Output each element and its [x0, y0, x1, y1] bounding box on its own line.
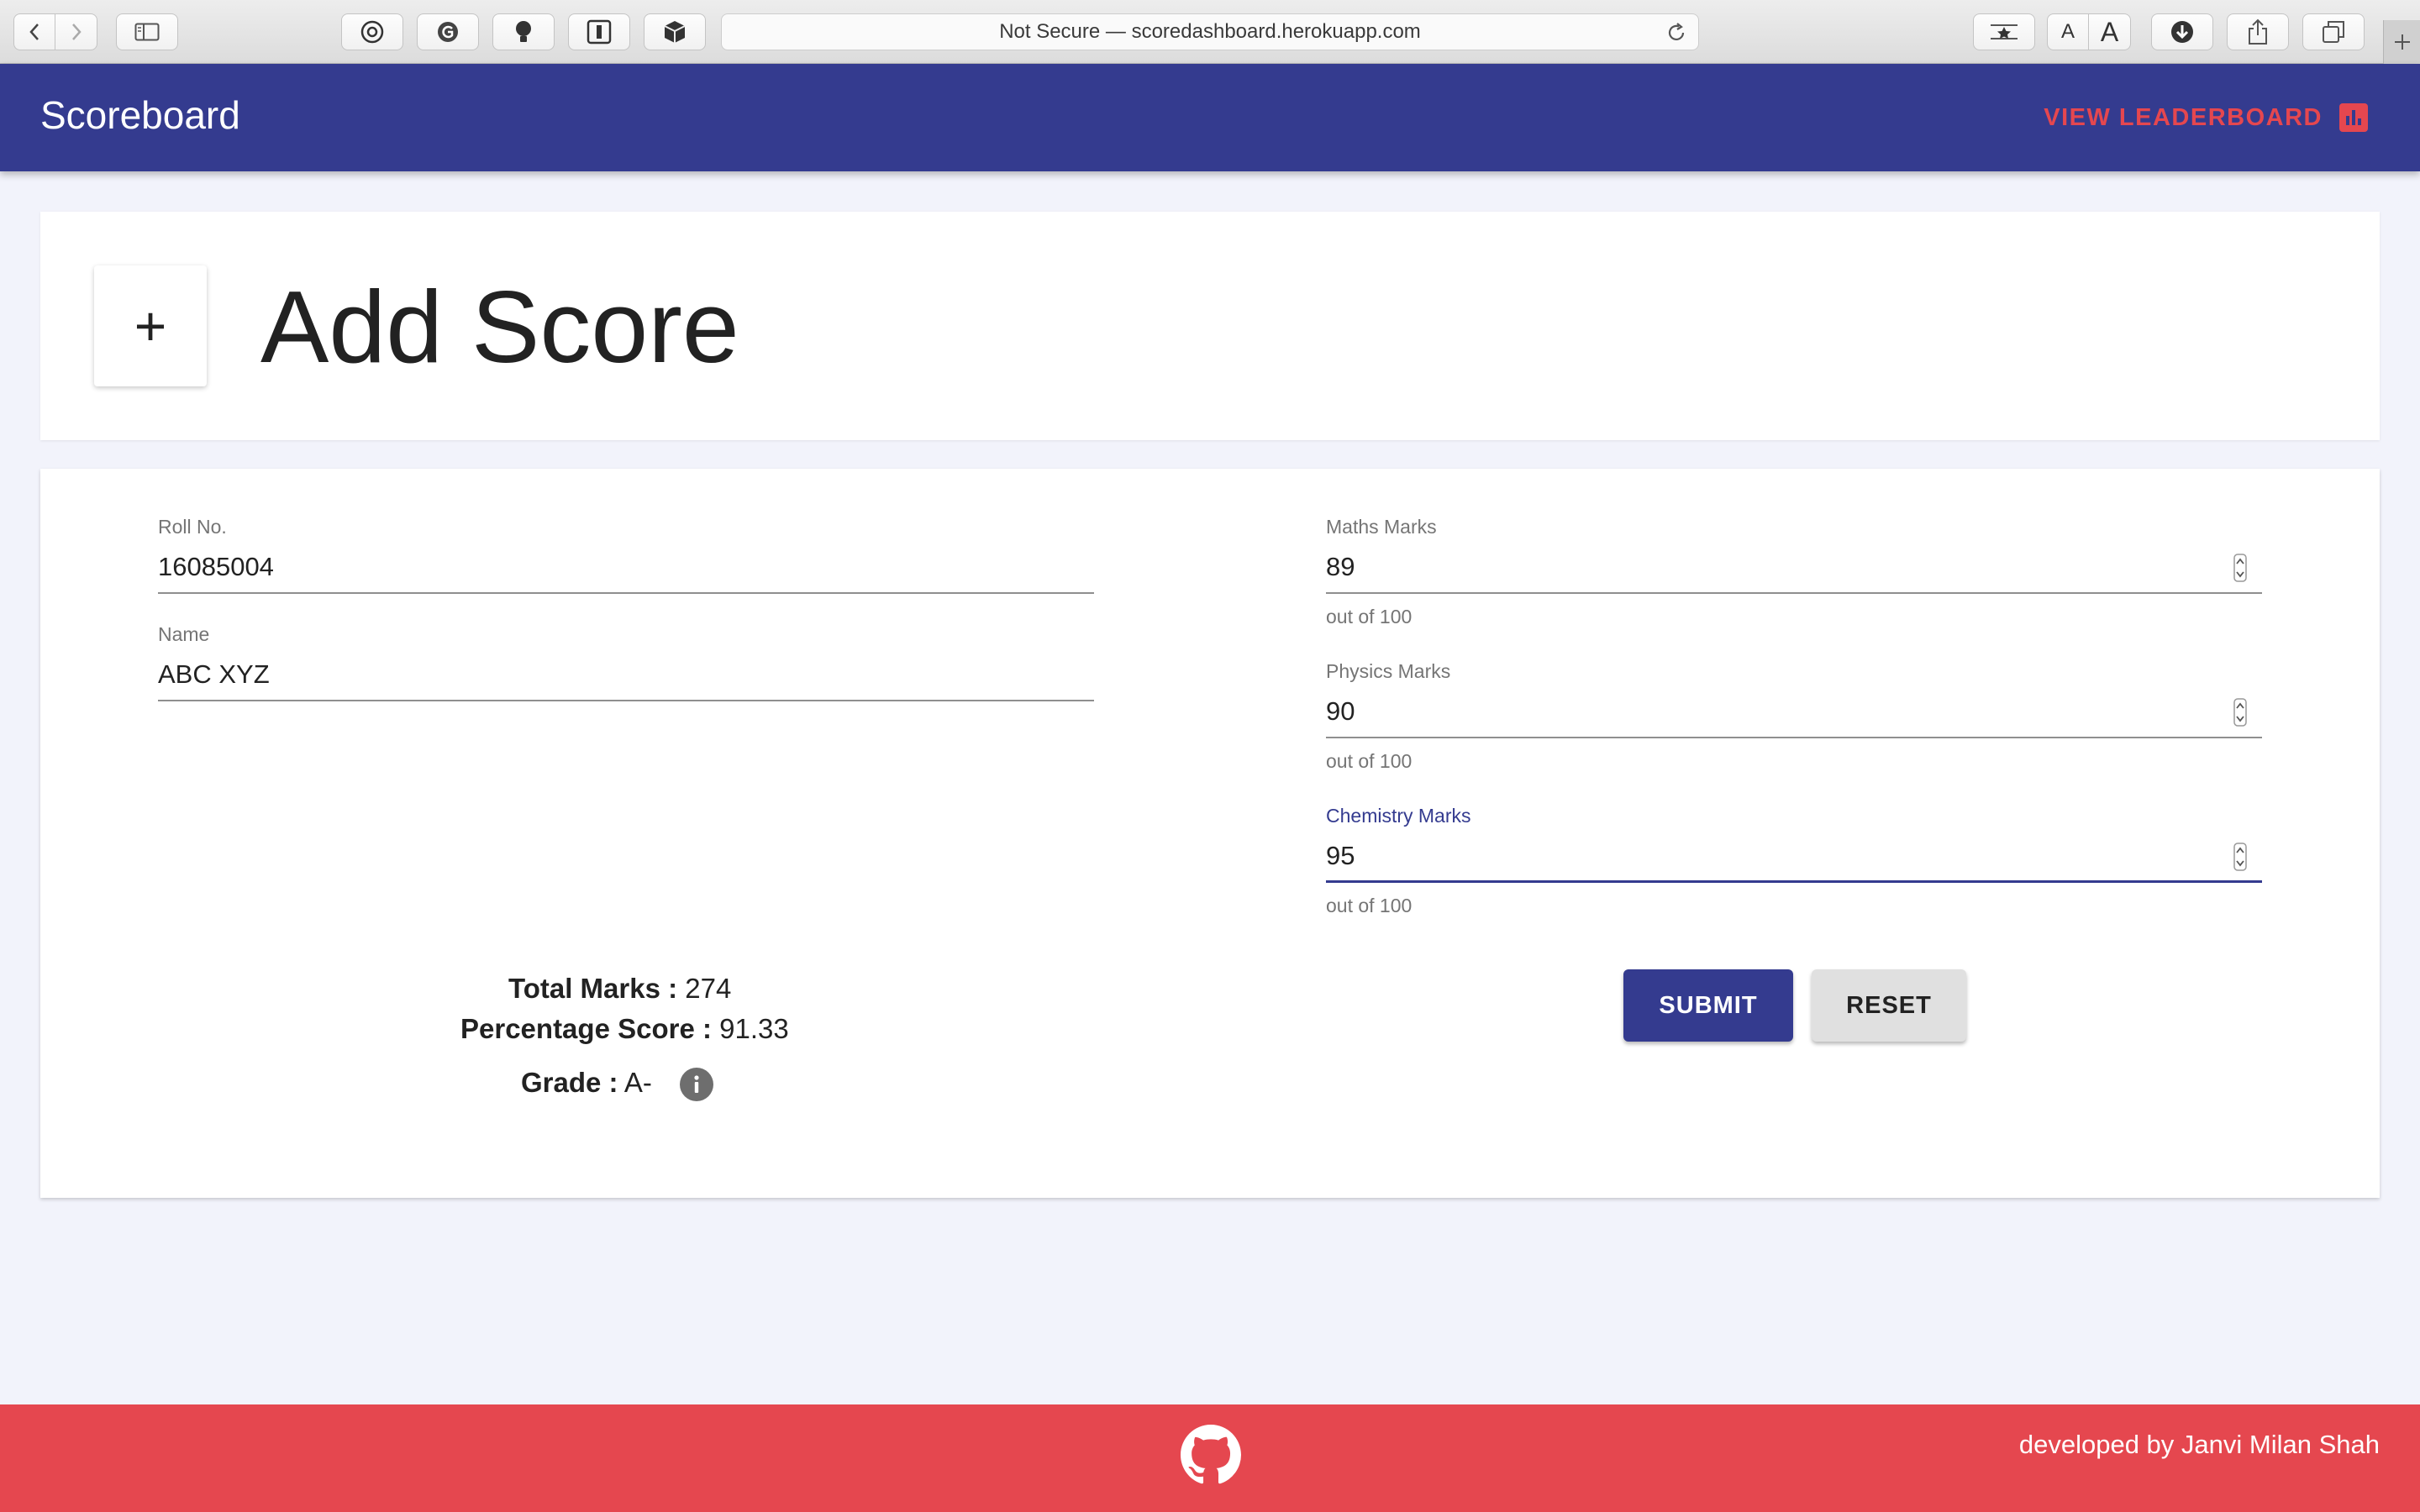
stepper-icon[interactable] — [2233, 843, 2247, 871]
roll-number-label: Roll No. — [158, 516, 227, 538]
forward-button[interactable] — [55, 13, 97, 50]
stepper-icon[interactable] — [2233, 698, 2247, 727]
name-value: ABC XYZ — [158, 659, 270, 689]
at-sign-icon — [360, 20, 384, 44]
maths-marks-input[interactable]: 89 — [1326, 552, 2262, 594]
view-leaderboard-label: VIEW LEADERBOARD — [2044, 103, 2323, 131]
grammarly-icon — [438, 22, 458, 42]
back-button[interactable] — [13, 13, 55, 50]
maths-marks-help: out of 100 — [1326, 606, 1413, 627]
developer-credit: developed by Janvi Milan Shah — [2018, 1430, 2380, 1459]
extension-3-button[interactable] — [492, 13, 555, 50]
bar-chart-icon — [2339, 103, 2368, 132]
physics-marks-label: Physics Marks — [1326, 660, 1451, 682]
total-marks: Total Marks : 274 — [508, 973, 731, 1005]
score-form-card: Roll No. 16085004 Name ABC XYZ Maths Mar… — [40, 469, 2380, 1198]
downloads-button[interactable] — [2151, 13, 2213, 50]
view-leaderboard-button[interactable]: VIEW LEADERBOARD — [2044, 101, 2368, 134]
address-text: Not Secure — scoredashboard.herokuapp.co… — [999, 20, 1421, 43]
maths-marks-label: Maths Marks — [1326, 516, 1437, 538]
physics-marks-help: out of 100 — [1326, 750, 1413, 772]
grade-value: A- — [623, 1067, 652, 1098]
total-marks-label: Total Marks : — [508, 973, 678, 1004]
reload-icon[interactable] — [1666, 22, 1686, 44]
roll-number-field[interactable]: Roll No. 16085004 — [158, 516, 1094, 594]
physics-marks-field[interactable]: Physics Marks 90 out of 100 — [1326, 660, 2262, 773]
physics-marks-input[interactable]: 90 — [1326, 696, 2262, 738]
name-input[interactable]: ABC XYZ — [158, 659, 1094, 701]
roll-number-value: 16085004 — [158, 552, 274, 581]
app-title: Scoreboard — [40, 93, 240, 137]
lightbulb-icon — [516, 21, 531, 42]
info-icon[interactable] — [680, 1068, 714, 1102]
submit-button[interactable]: SUBMIT — [1623, 969, 1793, 1042]
name-label: Name — [158, 623, 210, 645]
total-marks-value: 274 — [685, 973, 732, 1004]
extension-2-button[interactable] — [417, 13, 479, 50]
font-smaller-label: A — [2060, 20, 2075, 43]
add-icon: + — [94, 265, 207, 386]
extension-1-button[interactable] — [341, 13, 403, 50]
cube-icon — [664, 21, 686, 43]
grade-label: Grade : — [521, 1067, 618, 1098]
roll-number-input[interactable]: 16085004 — [158, 552, 1094, 594]
chemistry-marks-input[interactable]: 95 — [1326, 841, 2262, 883]
font-smaller-button[interactable]: A — [2047, 13, 2089, 50]
page-header-card: + Add Score — [40, 212, 2380, 440]
stepper-icon[interactable] — [2233, 554, 2247, 582]
footer: developed by Janvi Milan Shah — [0, 1404, 2420, 1512]
extension-5-button[interactable] — [644, 13, 706, 50]
extension-4-button[interactable] — [568, 13, 630, 50]
chevron-left-icon — [29, 24, 39, 40]
app-bar: Scoreboard VIEW LEADERBOARD — [0, 64, 2420, 171]
name-field[interactable]: Name ABC XYZ — [158, 623, 1094, 701]
font-larger-button[interactable]: A — [2089, 13, 2131, 50]
add-glyph: + — [134, 295, 167, 357]
reset-button[interactable]: RESET — [1812, 969, 1966, 1042]
maths-marks-value: 89 — [1326, 552, 1355, 581]
sidebar-icon — [134, 23, 160, 41]
download-icon — [2171, 21, 2193, 43]
maths-marks-field[interactable]: Maths Marks 89 out of 100 — [1326, 516, 2262, 628]
font-larger-label: A — [2100, 16, 2119, 47]
share-button[interactable] — [2227, 13, 2289, 50]
percentage-score-label: Percentage Score : — [460, 1013, 712, 1044]
new-tab-button[interactable] — [2383, 20, 2420, 64]
star-reader-icon — [1991, 24, 2018, 39]
grade: Grade : A- — [521, 1067, 714, 1102]
browser-toolbar: Not Secure — scoredashboard.herokuapp.co… — [0, 0, 2420, 64]
percentage-score-value: 91.33 — [719, 1013, 789, 1044]
reader-button[interactable] — [1973, 13, 2035, 50]
page-title: Add Score — [260, 270, 739, 384]
share-icon — [2249, 18, 2267, 45]
instapaper-icon — [587, 19, 612, 45]
chemistry-marks-help: out of 100 — [1326, 895, 1413, 916]
chemistry-marks-label: Chemistry Marks — [1326, 805, 1471, 827]
chemistry-marks-field[interactable]: Chemistry Marks 95 out of 100 — [1326, 805, 2262, 917]
plus-icon — [2394, 34, 2410, 50]
percentage-score: Percentage Score : 91.33 — [460, 1013, 789, 1045]
chemistry-marks-value: 95 — [1326, 841, 1355, 870]
sidebar-button[interactable] — [116, 13, 178, 50]
address-bar[interactable]: Not Secure — scoredashboard.herokuapp.co… — [721, 13, 1699, 50]
tabs-button[interactable] — [2302, 13, 2365, 50]
chevron-right-icon — [71, 24, 82, 40]
physics-marks-value: 90 — [1326, 696, 1355, 726]
github-icon[interactable] — [1181, 1425, 1241, 1485]
tabs-overview-icon — [2323, 21, 2344, 43]
